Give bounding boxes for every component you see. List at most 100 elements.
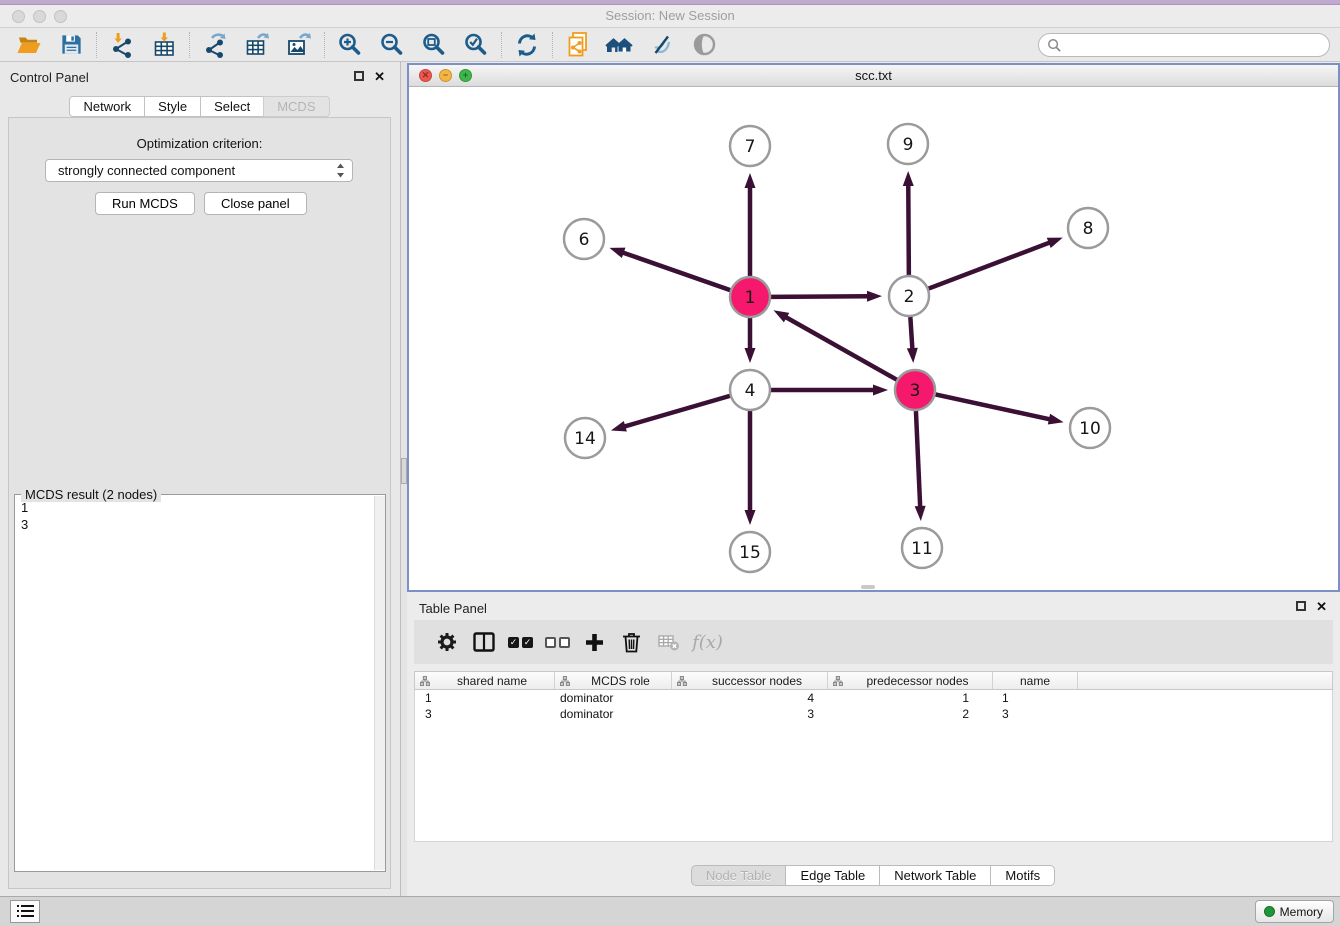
edge-3-10[interactable] bbox=[936, 394, 1051, 419]
cell-successor-nodes[interactable]: 3 bbox=[672, 706, 828, 722]
edge-2-8[interactable] bbox=[929, 242, 1051, 288]
hide-graphics-details-button[interactable] bbox=[641, 30, 683, 60]
network-close-button[interactable]: ✕ bbox=[419, 69, 432, 82]
add-row-button[interactable] bbox=[576, 624, 613, 660]
graph-node-4[interactable]: 4 bbox=[730, 370, 770, 410]
float-panel-icon[interactable] bbox=[354, 71, 364, 81]
zoom-fit-button[interactable] bbox=[413, 30, 455, 60]
table-row[interactable]: 3dominator323 bbox=[415, 706, 1332, 722]
export-network-icon bbox=[202, 32, 228, 58]
graph-node-7[interactable]: 7 bbox=[730, 126, 770, 166]
network-graph[interactable]: 7 9 6 8 1 2 4 3 14 10 15 11 bbox=[409, 87, 1338, 590]
panel-splitter[interactable] bbox=[400, 62, 407, 896]
cell-shared-name[interactable]: 1 bbox=[415, 690, 555, 706]
zoom-out-button[interactable] bbox=[371, 30, 413, 60]
graph-node-9[interactable]: 9 bbox=[888, 124, 928, 164]
apply-layout-button[interactable] bbox=[506, 30, 548, 60]
column-header-MCDS-role[interactable]: MCDS role bbox=[555, 672, 672, 689]
network-window-titlebar[interactable]: ✕ − + scc.txt bbox=[409, 65, 1338, 87]
search-input[interactable] bbox=[1062, 37, 1329, 54]
graph-node-6[interactable]: 6 bbox=[564, 219, 604, 259]
sort-column-icon[interactable] bbox=[833, 676, 843, 686]
optimization-criterion-select[interactable]: strongly connected component bbox=[45, 159, 353, 182]
export-image-button[interactable] bbox=[278, 30, 320, 60]
tab-select[interactable]: Select bbox=[200, 96, 264, 117]
sort-column-icon[interactable] bbox=[420, 676, 430, 686]
graph-node-3[interactable]: 3 bbox=[895, 370, 935, 410]
export-table-button[interactable] bbox=[236, 30, 278, 60]
cell-predecessor-nodes[interactable]: 1 bbox=[828, 690, 993, 706]
edge-4-14[interactable] bbox=[623, 396, 729, 427]
function-builder-button[interactable]: f(x) bbox=[687, 624, 724, 660]
network-minimize-button[interactable]: − bbox=[439, 69, 452, 82]
tab-node-table[interactable]: Node Table bbox=[691, 865, 787, 886]
sort-column-icon[interactable] bbox=[677, 676, 687, 686]
column-header-name[interactable]: name bbox=[993, 672, 1078, 689]
graph-node-11[interactable]: 11 bbox=[902, 528, 942, 568]
first-neighbors-button[interactable] bbox=[599, 30, 641, 60]
export-network-button[interactable] bbox=[194, 30, 236, 60]
edge-1-2[interactable] bbox=[771, 296, 869, 297]
import-network-button[interactable] bbox=[101, 30, 143, 60]
open-session-button[interactable] bbox=[8, 30, 50, 60]
import-table-button[interactable] bbox=[143, 30, 185, 60]
graph-node-2[interactable]: 2 bbox=[889, 276, 929, 316]
tab-edge-table[interactable]: Edge Table bbox=[785, 865, 880, 886]
cell-name[interactable]: 3 bbox=[993, 706, 1078, 722]
window-minimize-button[interactable] bbox=[33, 10, 46, 23]
delete-row-button[interactable] bbox=[613, 624, 650, 660]
cell-shared-name[interactable]: 3 bbox=[415, 706, 555, 722]
deselect-all-button[interactable] bbox=[539, 624, 576, 660]
cell-successor-nodes[interactable]: 4 bbox=[672, 690, 828, 706]
search-box[interactable] bbox=[1038, 33, 1330, 57]
tab-network[interactable]: Network bbox=[69, 96, 145, 117]
save-session-button[interactable] bbox=[50, 30, 92, 60]
cell-MCDS-role[interactable]: dominator bbox=[555, 706, 672, 722]
edge-3-11[interactable] bbox=[916, 411, 920, 508]
column-header-successor-nodes[interactable]: successor nodes bbox=[672, 672, 828, 689]
window-zoom-button[interactable] bbox=[54, 10, 67, 23]
table-row[interactable]: 1dominator411 bbox=[415, 690, 1332, 706]
close-table-panel-icon[interactable]: ✕ bbox=[1316, 601, 1327, 613]
export-table-icon bbox=[244, 32, 270, 58]
graph-node-14[interactable]: 14 bbox=[565, 418, 605, 458]
column-header-shared-name[interactable]: shared name bbox=[415, 672, 555, 689]
window-close-button[interactable] bbox=[12, 10, 25, 23]
split-panel-button[interactable] bbox=[465, 624, 502, 660]
sort-column-icon[interactable] bbox=[560, 676, 570, 686]
column-settings-button[interactable] bbox=[428, 624, 465, 660]
mcds-result-box[interactable]: MCDS result (2 nodes) 13 bbox=[14, 494, 386, 872]
edge-2-9[interactable] bbox=[908, 184, 909, 275]
show-graphics-details-button[interactable] bbox=[683, 30, 725, 60]
tab-style[interactable]: Style bbox=[144, 96, 201, 117]
memory-button[interactable]: Memory bbox=[1255, 900, 1334, 923]
canvas-scrollbar-thumb[interactable] bbox=[861, 585, 875, 589]
edge-2-3[interactable] bbox=[910, 317, 912, 350]
cell-name[interactable]: 1 bbox=[993, 690, 1078, 706]
edge-3-1[interactable] bbox=[785, 317, 897, 380]
zoom-in-button[interactable] bbox=[329, 30, 371, 60]
network-zoom-button[interactable]: + bbox=[459, 69, 472, 82]
graph-node-8[interactable]: 8 bbox=[1068, 208, 1108, 248]
tab-motifs[interactable]: Motifs bbox=[990, 865, 1055, 886]
new-network-from-selection-button[interactable] bbox=[557, 30, 599, 60]
tab-network-table[interactable]: Network Table bbox=[879, 865, 991, 886]
column-header-predecessor-nodes[interactable]: predecessor nodes bbox=[828, 672, 993, 689]
graph-node-1[interactable]: 1 bbox=[730, 277, 770, 317]
task-history-button[interactable] bbox=[10, 900, 40, 923]
cell-MCDS-role[interactable]: dominator bbox=[555, 690, 672, 706]
zoom-selected-button[interactable] bbox=[455, 30, 497, 60]
select-all-button[interactable]: ✓✓ bbox=[502, 624, 539, 660]
close-panel-button[interactable]: Close panel bbox=[204, 192, 307, 215]
graph-node-10[interactable]: 10 bbox=[1070, 408, 1110, 448]
graph-node-15[interactable]: 15 bbox=[730, 532, 770, 572]
result-scrollbar[interactable] bbox=[374, 496, 385, 870]
edge-1-6[interactable] bbox=[622, 252, 730, 290]
run-mcds-button[interactable]: Run MCDS bbox=[95, 192, 195, 215]
delete-table-button[interactable] bbox=[650, 624, 687, 660]
tab-mcds[interactable]: MCDS bbox=[263, 96, 329, 117]
cell-predecessor-nodes[interactable]: 2 bbox=[828, 706, 993, 722]
network-canvas[interactable]: 7 9 6 8 1 2 4 3 14 10 15 11 bbox=[409, 87, 1338, 590]
float-table-panel-icon[interactable] bbox=[1296, 601, 1306, 611]
close-panel-icon[interactable]: ✕ bbox=[374, 71, 385, 83]
